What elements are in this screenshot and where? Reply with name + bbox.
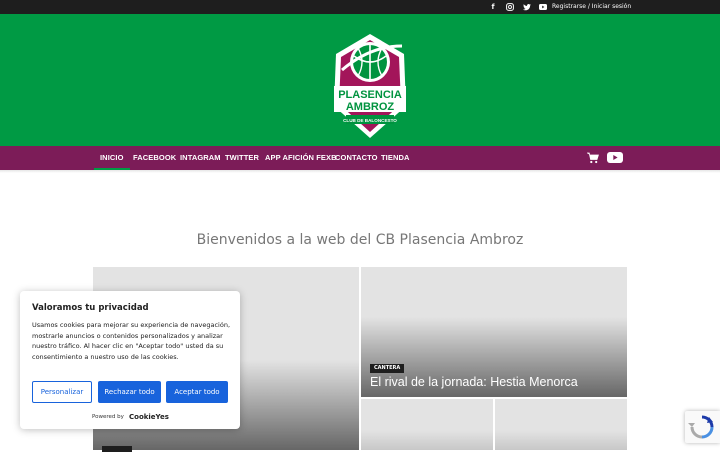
category-badge[interactable] <box>102 446 132 452</box>
accept-all-button[interactable]: Aceptar todo <box>166 381 228 403</box>
cookie-text: Usamos cookies para mejorar su experienc… <box>32 321 231 361</box>
top-bar: f Registrarse / Iniciar sesión <box>0 0 720 14</box>
cart-icon[interactable] <box>587 152 599 164</box>
nav-item-facebook[interactable]: FACEBOOK <box>133 146 176 170</box>
cookieyes-logo[interactable]: CookieYes <box>129 413 169 421</box>
customize-button[interactable]: Personalizar <box>32 381 92 403</box>
youtube-icon[interactable] <box>607 151 623 164</box>
category-badge[interactable]: CANTERA <box>370 364 405 373</box>
nav-item-twitter[interactable]: TWITTER <box>225 146 259 170</box>
main-nav: INICIO FACEBOOK INTAGRAM TWITTER APP AFI… <box>0 146 720 170</box>
post-tile-small[interactable] <box>495 399 627 450</box>
instagram-icon[interactable] <box>504 1 516 13</box>
nav-item-inicio[interactable]: INICIO <box>94 146 129 170</box>
site-header: PLASENCIA AMBROZ CLUB DE BALONCESTO <box>0 14 720 146</box>
nav-item-intagram[interactable]: INTAGRAM <box>180 146 221 170</box>
logo-line2: AMBROZ <box>346 101 395 113</box>
recaptcha-icon <box>688 415 714 439</box>
login-link[interactable]: Registrarse / Iniciar sesión <box>552 2 631 12</box>
post-title[interactable]: El rival de la jornada: Hestia Menorca <box>370 375 578 389</box>
nav-item-app-aficion[interactable]: APP AFICIÓN FEXB <box>265 146 337 170</box>
recaptcha-badge[interactable] <box>685 411 720 443</box>
twitter-icon[interactable] <box>521 1 533 13</box>
youtube-icon[interactable] <box>537 1 549 13</box>
nav-item-tienda[interactable]: TIENDA <box>381 146 410 170</box>
club-logo[interactable]: PLASENCIA AMBROZ CLUB DE BALONCESTO <box>330 32 410 142</box>
cookie-consent-dialog: Valoramos tu privacidad Usamos cookies p… <box>20 291 240 429</box>
nav-item-contacto[interactable]: CONTACTO <box>335 146 378 170</box>
cookie-title: Valoramos tu privacidad <box>32 303 149 313</box>
logo-line3: CLUB DE BALONCESTO <box>343 118 397 123</box>
reject-all-button[interactable]: Rechazar todo <box>98 381 161 403</box>
powered-by-label: Powered by <box>92 414 124 420</box>
post-tile-small[interactable] <box>361 399 493 450</box>
welcome-heading: Bienvenidos a la web del CB Plasencia Am… <box>196 232 524 248</box>
facebook-icon[interactable]: f <box>487 1 499 13</box>
logo-line1: PLASENCIA <box>338 89 402 101</box>
nav-shadow <box>0 170 720 173</box>
